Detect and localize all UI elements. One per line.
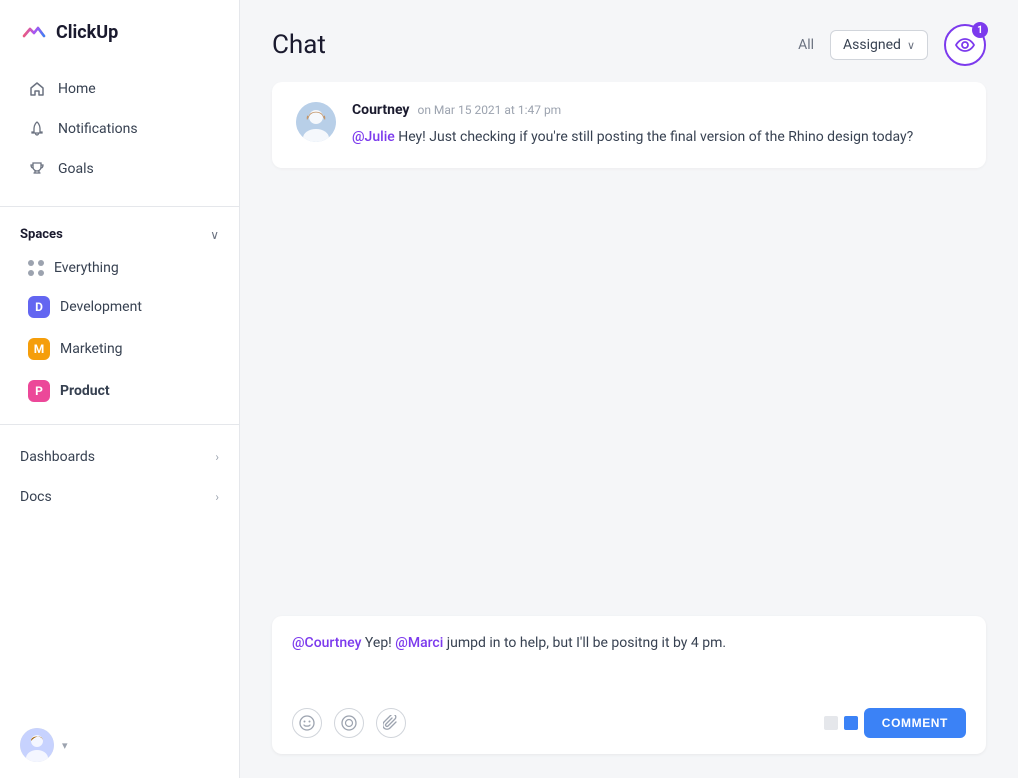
sidebar-item-home-label: Home bbox=[58, 81, 96, 97]
sidebar-footer[interactable]: ▾ bbox=[0, 712, 239, 778]
space-development-label: Development bbox=[60, 299, 142, 315]
sidebar-divider-2 bbox=[0, 424, 239, 425]
chat-message: Courtney on Mar 15 2021 at 1:47 pm @Juli… bbox=[272, 82, 986, 168]
reply-text-2: jumpd in to help, but I'll be positng it… bbox=[443, 635, 726, 651]
sidebar-item-docs[interactable]: Docs › bbox=[0, 479, 239, 515]
space-product-label: Product bbox=[60, 383, 110, 399]
sidebar-item-development[interactable]: D Development bbox=[8, 288, 231, 326]
reply-mention-2: @Marci bbox=[395, 635, 443, 651]
space-badge-development: D bbox=[28, 296, 50, 318]
docs-label: Docs bbox=[20, 489, 52, 505]
spaces-header[interactable]: Spaces ∨ bbox=[0, 219, 239, 250]
assigned-label: Assigned bbox=[843, 37, 901, 53]
record-button[interactable] bbox=[334, 708, 364, 738]
message-header: Courtney on Mar 15 2021 at 1:47 pm bbox=[352, 102, 962, 118]
watch-button[interactable]: 1 bbox=[944, 24, 986, 66]
color-swatch-blue[interactable] bbox=[844, 716, 858, 730]
paperclip-icon bbox=[383, 715, 399, 731]
logo-text: ClickUp bbox=[56, 22, 118, 43]
filter-all-btn[interactable]: All bbox=[798, 37, 814, 53]
home-icon bbox=[28, 80, 46, 98]
logo[interactable]: ClickUp bbox=[0, 0, 239, 64]
sidebar-item-notifications-label: Notifications bbox=[58, 121, 138, 137]
message-time: on Mar 15 2021 at 1:47 pm bbox=[417, 103, 561, 117]
page-title: Chat bbox=[272, 30, 782, 60]
reply-toolbar: COMMENT bbox=[292, 708, 966, 738]
space-marketing-label: Marketing bbox=[60, 341, 123, 357]
comment-button[interactable]: COMMENT bbox=[864, 708, 966, 738]
sidebar-item-product[interactable]: P Product bbox=[8, 372, 231, 410]
everything-icon bbox=[28, 260, 44, 276]
sidebar: ClickUp Home Notifications Goals Spaces … bbox=[0, 0, 240, 778]
spaces-chevron-icon: ∨ bbox=[210, 228, 219, 242]
assigned-dropdown[interactable]: Assigned ∨ bbox=[830, 30, 928, 60]
message-content: Courtney on Mar 15 2021 at 1:47 pm @Juli… bbox=[352, 102, 962, 148]
chat-area: Courtney on Mar 15 2021 at 1:47 pm @Juli… bbox=[240, 82, 1018, 616]
bell-icon bbox=[28, 120, 46, 138]
docs-chevron-icon: › bbox=[215, 490, 219, 504]
sidebar-item-home[interactable]: Home bbox=[8, 70, 231, 108]
spaces-title: Spaces bbox=[20, 227, 63, 242]
message-avatar bbox=[296, 102, 336, 142]
record-icon bbox=[341, 715, 357, 731]
sidebar-item-goals-label: Goals bbox=[58, 161, 94, 177]
avatar bbox=[20, 728, 54, 762]
attach-button[interactable] bbox=[376, 708, 406, 738]
sidebar-item-notifications[interactable]: Notifications bbox=[8, 110, 231, 148]
sidebar-nav: Home Notifications Goals bbox=[0, 64, 239, 194]
message-text: Hey! Just checking if you're still posti… bbox=[395, 129, 914, 145]
sidebar-divider-1 bbox=[0, 206, 239, 207]
color-swatch-gray[interactable] bbox=[824, 716, 838, 730]
chat-header: Chat All Assigned ∨ 1 bbox=[240, 0, 1018, 82]
user-menu-chevron-icon: ▾ bbox=[62, 739, 68, 752]
reply-actions-group: COMMENT bbox=[824, 708, 966, 738]
message-body: @Julie Hey! Just checking if you're stil… bbox=[352, 126, 962, 148]
sidebar-item-marketing[interactable]: M Marketing bbox=[8, 330, 231, 368]
reply-text-content[interactable]: @Courtney Yep! @Marci jumpd in to help, … bbox=[292, 632, 966, 692]
message-mention: @Julie bbox=[352, 129, 395, 145]
sidebar-item-dashboards[interactable]: Dashboards › bbox=[0, 439, 239, 475]
reply-mention-1: @Courtney bbox=[292, 635, 361, 651]
eye-icon bbox=[955, 38, 975, 52]
notification-badge: 1 bbox=[972, 22, 988, 38]
emoji-icon bbox=[299, 715, 315, 731]
sidebar-item-goals[interactable]: Goals bbox=[8, 150, 231, 188]
space-badge-product: P bbox=[28, 380, 50, 402]
reply-text-1: Yep! bbox=[361, 635, 395, 651]
sidebar-item-everything[interactable]: Everything bbox=[8, 252, 231, 284]
reply-box: @Courtney Yep! @Marci jumpd in to help, … bbox=[272, 616, 986, 754]
dashboards-label: Dashboards bbox=[20, 449, 95, 465]
assigned-chevron-icon: ∨ bbox=[907, 39, 915, 52]
all-filter-label: All bbox=[798, 37, 814, 53]
message-author: Courtney bbox=[352, 102, 409, 118]
reply-icons-group bbox=[292, 708, 406, 738]
space-badge-marketing: M bbox=[28, 338, 50, 360]
space-everything-label: Everything bbox=[54, 260, 119, 276]
user-avatar-img bbox=[20, 728, 54, 762]
main-content: Chat All Assigned ∨ 1 bbox=[240, 0, 1018, 778]
clickup-logo-icon bbox=[20, 18, 48, 46]
dashboards-chevron-icon: › bbox=[215, 450, 219, 464]
emoji-button[interactable] bbox=[292, 708, 322, 738]
trophy-icon bbox=[28, 160, 46, 178]
